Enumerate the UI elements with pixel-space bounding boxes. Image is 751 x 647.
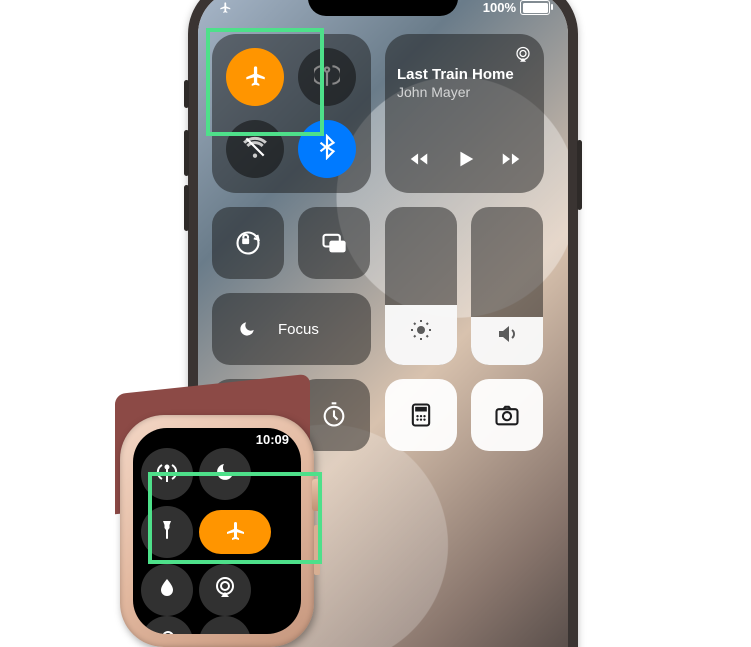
watch-screen: 10:09 xyxy=(133,428,301,634)
watch-airplay-button[interactable] xyxy=(199,564,251,616)
focus-label: Focus xyxy=(278,321,319,338)
battery-icon xyxy=(520,0,550,15)
apple-watch: 10:09 xyxy=(120,415,314,647)
airplane-icon xyxy=(242,62,268,93)
media-artist: John Mayer xyxy=(397,84,532,100)
airplay-icon[interactable] xyxy=(514,46,532,69)
calculator-icon xyxy=(385,379,457,451)
antenna-icon xyxy=(155,460,179,489)
ear-icon xyxy=(155,628,179,635)
brightness-slider[interactable] xyxy=(385,207,457,365)
connectivity-tile[interactable] xyxy=(212,34,371,193)
status-bar: 100% xyxy=(198,0,568,18)
volume-slider[interactable] xyxy=(471,207,543,365)
airplane-status-icon xyxy=(218,0,232,17)
calculator-tile[interactable] xyxy=(385,379,457,451)
watch-time: 10:09 xyxy=(256,432,289,447)
watch-hearing-button[interactable] xyxy=(141,616,193,634)
watch-flashlight-button[interactable] xyxy=(141,506,193,558)
wifi-off-icon xyxy=(242,134,268,165)
rewind-button[interactable] xyxy=(408,148,430,175)
water-drop-icon xyxy=(155,576,179,605)
iphone-side-button xyxy=(577,140,582,210)
battery-percent: 100% xyxy=(483,0,516,15)
media-tile[interactable]: Last Train Home John Mayer xyxy=(385,34,544,193)
rotation-lock-tile[interactable] xyxy=(212,207,284,279)
screen-mirror-tile[interactable] xyxy=(298,207,370,279)
media-title: Last Train Home xyxy=(397,66,532,83)
play-button[interactable] xyxy=(454,148,476,175)
focus-tile[interactable]: Focus xyxy=(212,293,371,365)
forward-button[interactable] xyxy=(500,148,522,175)
iphone-ringer-switch xyxy=(184,80,189,108)
cellular-button[interactable] xyxy=(298,48,356,106)
bluetooth-button[interactable] xyxy=(298,120,356,178)
watch-water-lock-button[interactable] xyxy=(141,564,193,616)
iphone-volume-up xyxy=(184,130,189,176)
iphone-volume-down xyxy=(184,185,189,231)
watch-crown xyxy=(312,479,322,511)
watch-dnd-button[interactable] xyxy=(199,448,251,500)
watch-side-button xyxy=(314,525,320,575)
watch-airplane-button[interactable] xyxy=(199,510,271,554)
sound-wave-icon xyxy=(213,628,237,635)
watch-walkie-talkie-button[interactable] xyxy=(199,616,251,634)
moon-icon xyxy=(226,308,268,350)
airplane-mode-button[interactable] xyxy=(226,48,284,106)
camera-tile[interactable] xyxy=(471,379,543,451)
watch-cellular-button[interactable] xyxy=(141,448,193,500)
bluetooth-icon xyxy=(314,134,340,165)
antenna-icon xyxy=(314,62,340,93)
wifi-button[interactable] xyxy=(226,120,284,178)
moon-icon xyxy=(213,460,237,489)
rotation-lock-icon xyxy=(212,207,284,279)
airplay-icon xyxy=(213,576,237,605)
airplane-icon xyxy=(223,518,247,547)
screen-mirror-icon xyxy=(298,207,370,279)
camera-icon xyxy=(471,379,543,451)
flashlight-icon xyxy=(155,518,179,547)
